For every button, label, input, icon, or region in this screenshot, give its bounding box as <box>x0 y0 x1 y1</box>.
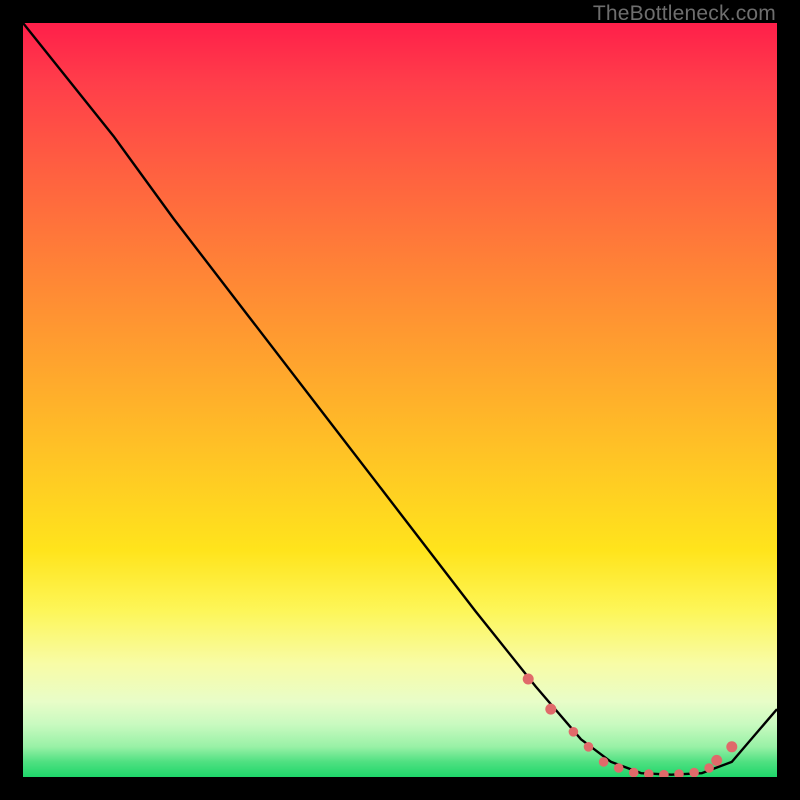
marker-dot <box>674 769 684 777</box>
marker-dot <box>704 763 714 773</box>
marker-dot <box>726 741 737 752</box>
marker-dot <box>644 769 654 777</box>
plot-area <box>23 23 777 777</box>
marker-dot <box>523 674 534 685</box>
watermark-text: TheBottleneck.com <box>593 2 776 26</box>
marker-dot <box>659 770 669 777</box>
marker-dot <box>545 704 556 715</box>
marker-dot <box>689 768 699 777</box>
marker-dot <box>629 768 639 777</box>
marker-dot <box>614 763 624 773</box>
marker-dot <box>569 727 579 737</box>
marker-dot <box>711 755 722 766</box>
line-layer <box>23 23 777 777</box>
marker-dot <box>599 757 609 767</box>
marker-dot <box>584 742 594 752</box>
bottleneck-curve <box>23 23 777 775</box>
chart-stage: TheBottleneck.com <box>0 0 800 800</box>
